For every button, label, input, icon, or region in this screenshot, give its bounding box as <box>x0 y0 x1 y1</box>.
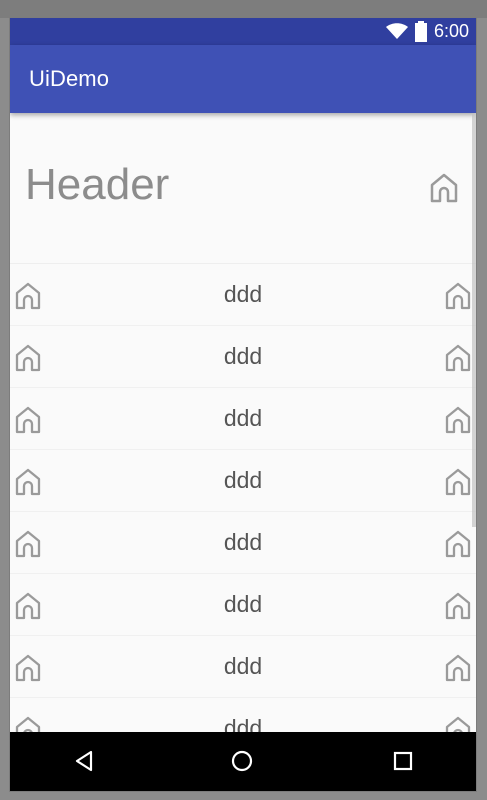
status-bar-right: 6:00 <box>385 18 469 45</box>
list-item-label: ddd <box>223 467 263 493</box>
home-icon <box>444 468 472 496</box>
list-item-label: ddd <box>223 343 263 369</box>
list-header: Header <box>10 113 476 264</box>
list-item[interactable]: ddd <box>10 636 476 698</box>
home-circle-icon[interactable] <box>229 748 255 774</box>
app-title: UiDemo <box>29 66 110 91</box>
recent-apps-icon[interactable] <box>390 748 416 774</box>
home-icon <box>444 406 472 434</box>
list-item-label: ddd <box>223 715 263 732</box>
wifi-icon <box>385 23 408 40</box>
home-icon <box>444 282 472 310</box>
header-title: Header <box>25 160 170 209</box>
back-icon[interactable] <box>71 748 97 774</box>
home-icon <box>444 530 472 558</box>
home-icon <box>444 592 472 620</box>
list-item-label: ddd <box>223 591 263 617</box>
list-item-label: ddd <box>223 529 263 555</box>
home-icon <box>429 173 459 203</box>
list-item-label: ddd <box>223 281 263 307</box>
list-item[interactable]: ddd <box>10 388 476 450</box>
scrollbar[interactable] <box>472 113 476 527</box>
list-item-label: ddd <box>223 405 263 431</box>
status-time: 6:00 <box>433 21 469 41</box>
phone-screen: 6:00 UiDemo Header ddd ddd ddd ddd ddd d… <box>10 18 476 791</box>
navigation-bar <box>10 732 476 791</box>
list-item-label: ddd <box>223 653 263 679</box>
home-icon <box>444 654 472 682</box>
app-bar: UiDemo <box>10 45 476 113</box>
home-icon <box>444 716 472 732</box>
main-content[interactable]: Header ddd ddd ddd ddd ddd ddd ddd ddd <box>10 113 476 732</box>
item-list: ddd ddd ddd ddd ddd ddd ddd ddd <box>10 264 476 732</box>
list-item[interactable]: ddd <box>10 512 476 574</box>
device-frame: 6:00 UiDemo Header ddd ddd ddd ddd ddd d… <box>0 0 487 800</box>
list-item[interactable]: ddd <box>10 264 476 326</box>
list-item[interactable]: ddd <box>10 326 476 388</box>
list-item[interactable]: ddd <box>10 450 476 512</box>
status-bar: 6:00 <box>10 18 476 45</box>
list-item[interactable]: ddd <box>10 574 476 636</box>
home-icon <box>444 344 472 372</box>
battery-icon <box>414 21 427 42</box>
list-item[interactable]: ddd <box>10 698 476 732</box>
